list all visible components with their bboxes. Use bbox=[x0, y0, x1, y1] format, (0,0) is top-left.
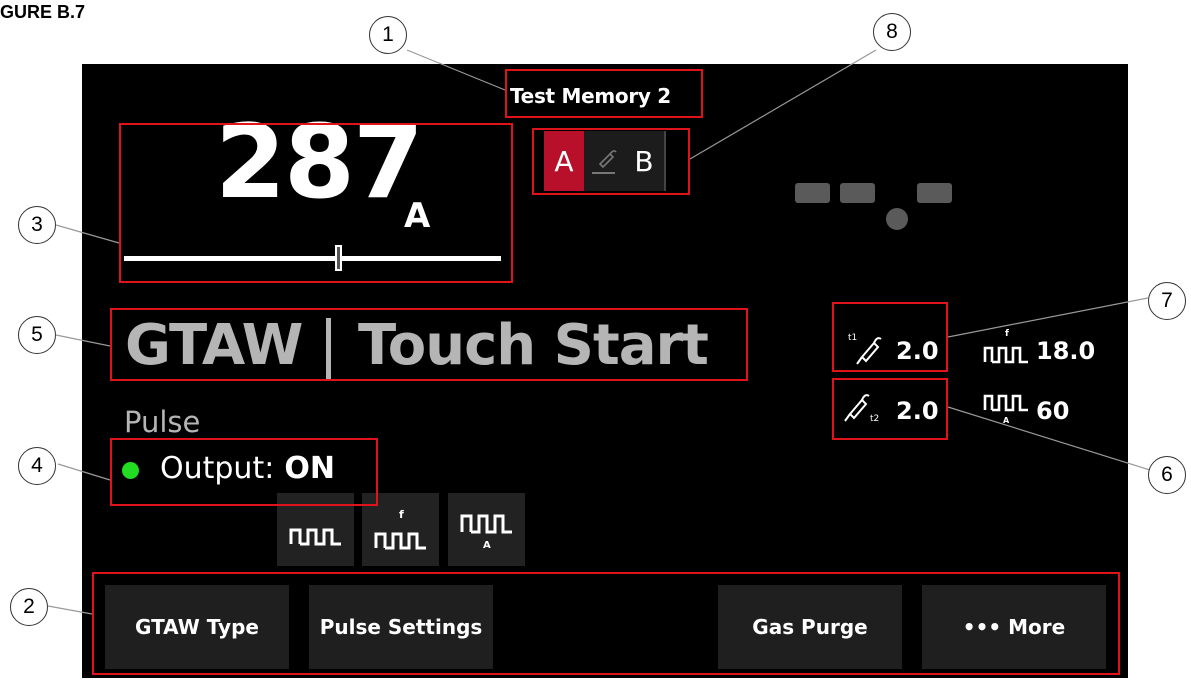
highlight-postflow bbox=[832, 378, 948, 440]
highlight-process bbox=[110, 308, 748, 381]
highlight-output bbox=[110, 438, 378, 506]
highlight-memory-title bbox=[505, 69, 703, 118]
pulse-frequency-value[interactable]: 18.0 bbox=[1036, 337, 1095, 365]
callout-7: 7 bbox=[1148, 282, 1186, 320]
pulse-amplitude-icon: A bbox=[459, 504, 515, 556]
callout-2: 2 bbox=[10, 588, 48, 626]
status-indicator-2 bbox=[840, 183, 875, 203]
status-indicator-3 bbox=[917, 183, 952, 203]
pulse-icon bbox=[288, 510, 344, 550]
figure-label: GURE B.7 bbox=[0, 2, 86, 22]
callout-4: 4 bbox=[18, 447, 56, 485]
highlight-amperage bbox=[119, 123, 513, 283]
callout-1: 1 bbox=[369, 16, 407, 54]
callout-6: 6 bbox=[1148, 456, 1186, 494]
highlight-preflow bbox=[832, 302, 948, 372]
highlight-softkeys bbox=[92, 572, 1120, 675]
pulse-frequency-param-icon: f bbox=[983, 326, 1031, 366]
mode-label: Pulse bbox=[124, 405, 201, 439]
callout-3: 3 bbox=[18, 206, 56, 244]
status-indicator-1 bbox=[795, 183, 830, 203]
svg-text:f: f bbox=[1005, 329, 1009, 339]
pulse-amplitude-value[interactable]: 60 bbox=[1036, 397, 1069, 425]
callout-5: 5 bbox=[18, 316, 56, 354]
highlight-ab-selector bbox=[532, 128, 690, 195]
pulse-amplitude-param-icon: A bbox=[983, 388, 1031, 428]
svg-text:A: A bbox=[483, 540, 491, 551]
pulse-amplitude-button[interactable]: A bbox=[448, 493, 525, 566]
callout-8: 8 bbox=[873, 13, 911, 51]
svg-text:f: f bbox=[399, 508, 404, 521]
status-indicator-dot bbox=[886, 208, 908, 230]
svg-text:A: A bbox=[1003, 416, 1010, 425]
pulse-frequency-icon: f bbox=[373, 506, 429, 554]
